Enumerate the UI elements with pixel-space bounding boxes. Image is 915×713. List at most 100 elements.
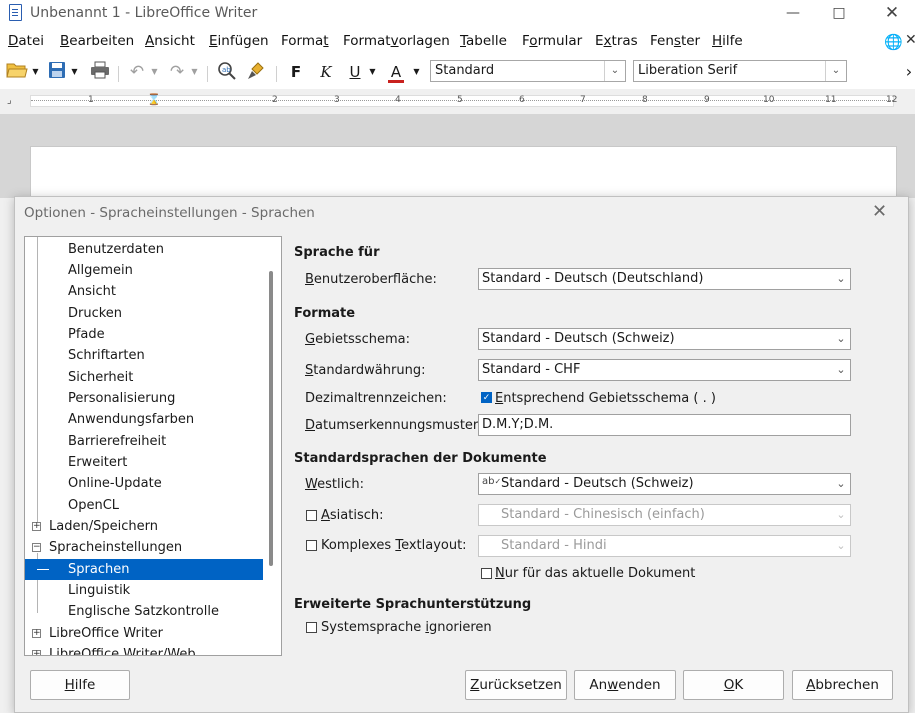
font-color-button[interactable]: A [385,61,407,83]
expand-icon[interactable]: + [32,650,41,655]
tree-item-sprachen[interactable]: Sprachen [25,559,263,580]
ignore-system-language-checkbox[interactable] [306,622,317,633]
close-icon[interactable]: ✕ [872,201,887,222]
menu-tabelle[interactable]: Tabelle [460,33,507,49]
chevron-down-icon[interactable]: ⌄ [832,329,850,349]
date-acceptance-patterns-input[interactable]: D.M.Y;D.M. [478,414,851,436]
decimal-separator-checkbox-label[interactable]: Entsprechend Gebietsschema ( . ) [495,391,716,406]
menu-datei[interactable]: Datei [8,33,44,49]
tree-item-englische-satzkontrolle[interactable]: Englische Satzkontrolle [68,601,219,622]
expand-icon[interactable]: + [32,629,41,638]
maximize-icon[interactable]: □ [816,0,862,28]
asian-language-select[interactable]: Standard - Chinesisch (einfach) ⌄ [478,504,851,526]
close-document-icon[interactable]: ✕ [905,32,915,48]
western-language-select[interactable]: ab✓ Standard - Deutsch (Schweiz) ⌄ [478,473,851,495]
apply-button[interactable]: Anwenden [574,670,676,700]
tree-item-erweitert[interactable]: Erweitert [68,452,127,473]
underline-button[interactable]: U [344,61,366,83]
chevron-down-icon[interactable]: ⌄ [832,505,850,525]
menu-extras[interactable]: Extras [595,33,638,49]
open-folder-icon[interactable] [5,61,29,83]
formatting-toolbar: ▼ ▼ ↶ ▼ ↷ ▼ ab F K U ▼ A ▼ Standard ⌄ Li… [0,55,915,89]
tree-item-allgemein[interactable]: Allgemein [68,260,133,281]
undo-dropdown-icon[interactable]: ▼ [150,61,159,83]
save-icon[interactable] [46,61,68,83]
tree-item-ansicht[interactable]: Ansicht [68,281,116,302]
tree-item-schriftarten[interactable]: Schriftarten [68,345,145,366]
menu-formular[interactable]: Formular [522,33,582,49]
ok-button[interactable]: OK [683,670,784,700]
locale-select[interactable]: Standard - Deutsch (Schweiz) ⌄ [478,328,851,350]
menu-fenster[interactable]: Fenster [650,33,700,49]
find-replace-icon[interactable]: ab [215,61,239,83]
tree-item-libreoffice-writer[interactable]: LibreOffice Writer [49,623,163,644]
menu-einfuegen[interactable]: Einfügen [209,33,269,49]
ctl-language-select[interactable]: Standard - Hindi ⌄ [478,535,851,557]
minimize-icon[interactable]: — [770,0,816,28]
chevron-down-icon[interactable]: ⌄ [832,474,850,494]
ignore-system-language-label[interactable]: Systemsprache ignorieren [321,620,492,635]
paragraph-style-combo[interactable]: Standard ⌄ [430,60,626,82]
open-dropdown-icon[interactable]: ▼ [31,61,40,83]
chevron-down-icon[interactable]: ⌄ [825,61,846,81]
options-tree[interactable]: Benutzerdaten Allgemein Ansicht Drucken … [24,236,282,656]
current-document-only-label[interactable]: Nur für das aktuelle Dokument [495,566,695,581]
expand-icon[interactable]: + [32,522,41,531]
tree-item-pfade[interactable]: Pfade [68,324,105,345]
ruler-strip[interactable]: ⌛ 1 2 3 4 5 6 7 8 9 10 11 12 [30,93,897,107]
close-icon[interactable]: ✕ [869,0,915,28]
label-benutzeroberflaeche: Benutzeroberfläche: [305,272,437,287]
tab-stop-icon[interactable]: ⌟ [7,95,12,106]
tree-scrollbar[interactable] [269,271,273,566]
underline-dropdown-icon[interactable]: ▼ [368,61,377,83]
print-icon[interactable] [89,61,111,83]
menu-formatvorlagen[interactable]: Formatvorlagen [343,33,450,49]
current-document-only-checkbox[interactable] [481,568,492,579]
tree-item-personalisierung[interactable]: Personalisierung [68,388,175,409]
clone-formatting-icon[interactable] [245,61,267,83]
help-button[interactable]: Hilfe [30,670,130,700]
tree-item-linguistik[interactable]: Linguistik [68,580,130,601]
menu-bearbeiten[interactable]: Bearbeiten [60,33,134,49]
chevron-down-icon[interactable]: ⌄ [832,536,850,556]
asian-checkbox-label[interactable]: Asiatisch: [321,508,384,523]
asian-checkbox[interactable] [306,510,317,521]
tree-item-spracheinstellungen[interactable]: Spracheinstellungen [49,537,182,558]
menu-hilfe[interactable]: Hilfe [712,33,743,49]
tree-item-benutzerdaten[interactable]: Benutzerdaten [68,239,164,260]
ctl-checkbox[interactable] [306,540,317,551]
globe-icon[interactable]: 🌐 [884,33,903,51]
indent-marker-icon[interactable]: ⌛ [147,93,161,106]
chevron-down-icon[interactable]: ⌄ [832,360,850,380]
user-interface-language-select[interactable]: Standard - Deutsch (Deutschland) ⌄ [478,268,851,290]
cancel-button[interactable]: Abbrechen [792,670,893,700]
title-bar: Unbenannt 1 - LibreOffice Writer — □ ✕ [0,0,915,28]
menu-format[interactable]: Format [281,33,329,49]
bold-button[interactable]: F [285,61,307,83]
toolbar-overflow-icon[interactable]: › [903,61,915,83]
decimal-separator-checkbox[interactable]: ✓ [481,392,492,403]
redo-dropdown-icon[interactable]: ▼ [190,61,199,83]
tree-item-anwendungsfarben[interactable]: Anwendungsfarben [68,409,194,430]
tree-item-libreoffice-writer-web[interactable]: LibreOffice Writer/Web [49,644,196,655]
default-currency-select[interactable]: Standard - CHF ⌄ [478,359,851,381]
tree-line [37,237,38,527]
redo-icon[interactable]: ↷ [166,61,188,83]
menu-ansicht[interactable]: Ansicht [145,33,195,49]
collapse-icon[interactable]: − [32,543,41,552]
chevron-down-icon[interactable]: ⌄ [604,61,625,81]
save-dropdown-icon[interactable]: ▼ [70,61,79,83]
tree-item-barrierefreiheit[interactable]: Barrierefreiheit [68,431,166,452]
tree-item-sicherheit[interactable]: Sicherheit [68,367,133,388]
tree-item-drucken[interactable]: Drucken [68,303,122,324]
chevron-down-icon[interactable]: ⌄ [832,269,850,289]
undo-icon[interactable]: ↶ [126,61,148,83]
tree-item-opencl[interactable]: OpenCL [68,495,119,516]
tree-item-laden-speichern[interactable]: Laden/Speichern [49,516,158,537]
font-name-combo[interactable]: Liberation Serif ⌄ [633,60,847,82]
reset-button[interactable]: Zurücksetzen [465,670,567,700]
font-color-dropdown-icon[interactable]: ▼ [412,61,421,83]
tree-item-online-update[interactable]: Online-Update [68,473,162,494]
italic-button[interactable]: K [315,61,337,83]
ctl-checkbox-label[interactable]: Komplexes Textlayout: [321,538,467,553]
